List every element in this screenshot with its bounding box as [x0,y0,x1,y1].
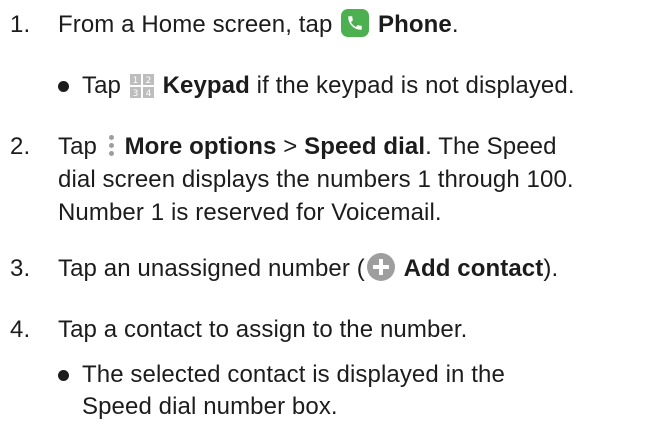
step-2-number: 2. [10,133,31,160]
instructions-document: 1. From a Home screen, tap Phone. Tap 1 [0,0,670,426]
step-2-line1: Tap More options > Speed dial. The Speed [58,130,557,164]
step-2-before: Tap [58,133,97,160]
step-3-after: ). [543,255,559,282]
step-1-bullet-text: Tap 1 2 3 4 Keypad if the keypad is not … [82,69,575,103]
step-1-number: 1. [10,11,31,38]
step-1-bullet: Tap 1 2 3 4 Keypad if the keypad is not … [58,69,668,103]
step-3-before: Tap an unassigned number ( [58,255,365,282]
step-2-line2: dial screen displays the numbers 1 throu… [58,166,574,193]
svg-text:3: 3 [132,89,138,98]
speed-dial-label: Speed dial [304,133,426,160]
step-2: 2. Tap More options > Speed dial. The Sp… [10,130,660,164]
step-1: 1. From a Home screen, tap Phone. [10,8,660,42]
step-2-line3: Number 1 is reserved for Voicemail. [58,199,442,226]
step-4: 4. Tap a contact to assign to the number… [10,313,660,347]
step-3-number: 3. [10,255,31,282]
step-4-number: 4. [10,316,31,343]
step-4-bullet: The selected contact is displayed in the [58,358,668,392]
bullet-dot [58,81,69,92]
step-1-bullet-before: Tap [82,72,121,99]
step-1-before: From a Home screen, tap [58,11,333,38]
step-4-bullet-line2: Speed dial number box. [82,393,338,420]
step-3-text: Tap an unassigned number ( Add contact). [58,252,558,286]
keypad-label: Keypad [162,72,250,99]
svg-text:1: 1 [132,76,138,86]
add-contact-icon [366,253,395,281]
step-2-sep: > [283,133,298,160]
step-4-text: Tap a contact to assign to the number. [58,316,468,343]
svg-text:4: 4 [145,89,151,98]
keypad-icon: 1 2 3 4 [129,74,154,99]
svg-text:2: 2 [145,76,151,86]
more-options-label: More options [124,133,277,160]
step-2-after: . The Speed [425,133,557,160]
step-1-bullet-after: if the keypad is not displayed. [256,72,575,99]
step-4-bullet-line1: The selected contact is displayed in the [82,361,505,388]
step-1-text: From a Home screen, tap Phone. [58,8,459,42]
phone-label: Phone [377,11,452,38]
step-1-after: . [451,11,459,38]
add-contact-label: Add contact [403,255,544,282]
step-3: 3. Tap an unassigned number ( Add contac… [10,252,660,286]
phone-icon [341,9,370,37]
bullet-dot [58,370,69,381]
more-options-icon [106,133,116,159]
